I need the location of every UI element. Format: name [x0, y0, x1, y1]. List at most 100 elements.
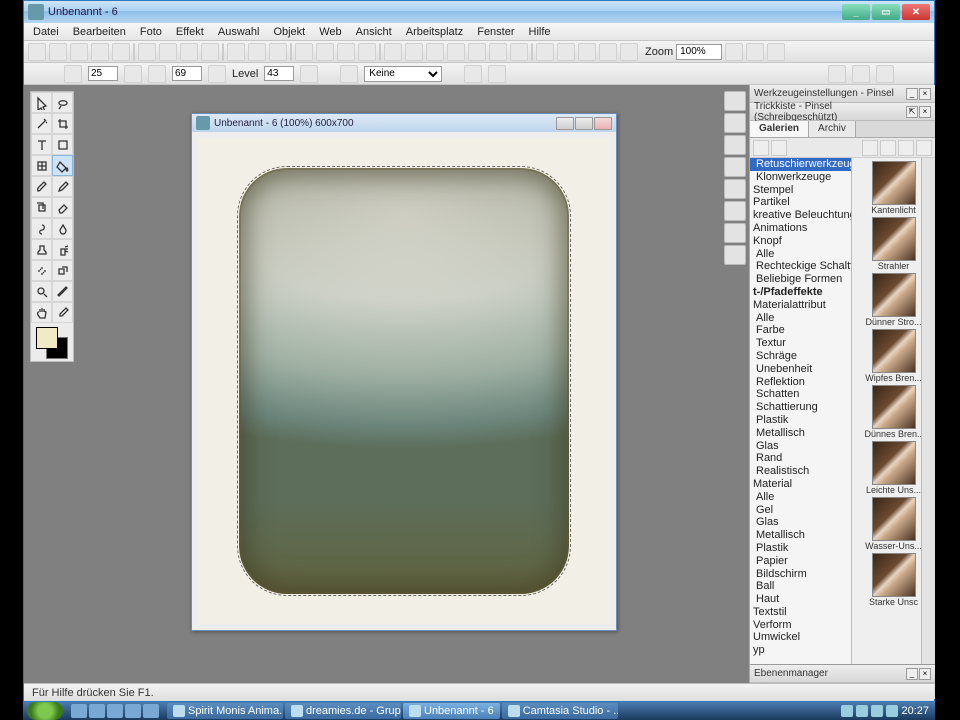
tree-item[interactable]: Metallisch: [750, 427, 851, 440]
tool-lasso[interactable]: [52, 92, 73, 113]
tree-item[interactable]: Realistisch: [750, 465, 851, 478]
stepper2-icon[interactable]: [208, 65, 226, 83]
ql-icon-4[interactable]: [125, 704, 141, 718]
opt-r2-icon[interactable]: [852, 65, 870, 83]
preset-thumb[interactable]: Starke Unsc: [865, 553, 923, 607]
ql-icon-2[interactable]: [89, 704, 105, 718]
tray-icon-1[interactable]: [841, 705, 853, 717]
tool-pencil[interactable]: [52, 176, 73, 197]
toolbar-btn-9[interactable]: [227, 43, 245, 61]
menu-ansicht[interactable]: Ansicht: [349, 24, 399, 40]
preset-thumb[interactable]: Wipfes Bren...: [865, 329, 923, 383]
ql-icon-5[interactable]: [143, 704, 159, 718]
doc-minimize-button[interactable]: [556, 117, 574, 130]
tray-icon-2[interactable]: [856, 705, 868, 717]
preset-select[interactable]: Keine: [364, 66, 442, 82]
side-btn-2[interactable]: [724, 113, 746, 133]
tool-dodge[interactable]: [31, 260, 52, 281]
ptb-menu-icon[interactable]: [916, 140, 932, 156]
preset-thumb[interactable]: Kantenlicht: [865, 161, 923, 215]
side-btn-7[interactable]: [724, 223, 746, 243]
tree-item[interactable]: Haut: [750, 593, 851, 606]
tray-icon-3[interactable]: [871, 705, 883, 717]
task-button[interactable]: Spirit Monis Anima...: [167, 703, 283, 719]
level-input[interactable]: [264, 66, 294, 81]
tree-item[interactable]: Textur: [750, 337, 851, 350]
preset-thumb[interactable]: Wasser-Uns...: [865, 497, 923, 551]
tool-wand[interactable]: [31, 113, 52, 134]
toolbar-btn-17[interactable]: [405, 43, 423, 61]
ptb-search-icon[interactable]: [898, 140, 914, 156]
side-btn-8[interactable]: [724, 245, 746, 265]
opt-r1-icon[interactable]: [828, 65, 846, 83]
toolbar-btn-16[interactable]: [384, 43, 402, 61]
opt-r3-icon[interactable]: [876, 65, 894, 83]
preset-thumb[interactable]: Dünnes Bren...: [865, 385, 923, 439]
preset-thumb[interactable]: Dünner Stro...: [865, 273, 923, 327]
menu-hilfe[interactable]: Hilfe: [522, 24, 558, 40]
stepper3-icon[interactable]: [300, 65, 318, 83]
minimize-button[interactable]: _: [842, 4, 870, 20]
brush-preview-icon[interactable]: [340, 65, 358, 83]
task-button[interactable]: dreamies.de - Grup...: [285, 703, 401, 719]
task-button[interactable]: Unbenannt - 6: [403, 703, 500, 719]
menu-datei[interactable]: Datei: [26, 24, 66, 40]
tree-item[interactable]: Alle: [750, 312, 851, 325]
tree-item[interactable]: yp: [750, 644, 851, 657]
tree-item[interactable]: Unebenheit: [750, 363, 851, 376]
tab-archiv[interactable]: Archiv: [809, 121, 856, 137]
tree-item[interactable]: Glas: [750, 440, 851, 453]
layer-close-button[interactable]: ×: [919, 668, 931, 680]
tray-icon-4[interactable]: [886, 705, 898, 717]
toolbar-btn-4[interactable]: [112, 43, 130, 61]
toolbar-zoom-btn-0[interactable]: [725, 43, 743, 61]
toolbar-btn-26[interactable]: [599, 43, 617, 61]
tool-eyedrop[interactable]: [52, 302, 73, 323]
opt-a-icon[interactable]: [464, 65, 482, 83]
tree-item[interactable]: Gel: [750, 504, 851, 517]
toolbar-btn-14[interactable]: [337, 43, 355, 61]
menu-objekt[interactable]: Objekt: [266, 24, 312, 40]
toolbar-btn-27[interactable]: [620, 43, 638, 61]
document-titlebar[interactable]: Unbenannt - 6 (100%) 600x700: [192, 114, 616, 132]
toolbar-btn-15[interactable]: [358, 43, 376, 61]
panel-min-button[interactable]: _: [906, 88, 918, 100]
panel2-pin-button[interactable]: ⇱: [906, 106, 918, 118]
tool-zoom[interactable]: [31, 281, 52, 302]
tree-item[interactable]: Material: [750, 478, 851, 491]
tree-item[interactable]: Materialattribut: [750, 299, 851, 312]
side-btn-1[interactable]: [724, 91, 746, 111]
tree-item[interactable]: Verform: [750, 619, 851, 632]
tree-item[interactable]: Ball: [750, 580, 851, 593]
foreground-color[interactable]: [36, 327, 58, 349]
menu-effekt[interactable]: Effekt: [169, 24, 211, 40]
task-button[interactable]: Camtasia Studio - ...: [502, 703, 618, 719]
menu-fenster[interactable]: Fenster: [470, 24, 521, 40]
toolbar-btn-1[interactable]: [49, 43, 67, 61]
side-btn-6[interactable]: [724, 201, 746, 221]
side-btn-3[interactable]: [724, 135, 746, 155]
toolbar-btn-0[interactable]: [28, 43, 46, 61]
start-button[interactable]: [27, 702, 63, 720]
maximize-button[interactable]: ▭: [872, 4, 900, 20]
tree-item[interactable]: Metallisch: [750, 529, 851, 542]
menu-arbeitsplatz[interactable]: Arbeitsplatz: [399, 24, 470, 40]
tool-shape[interactable]: [52, 134, 73, 155]
tool-stamp[interactable]: [31, 239, 52, 260]
close-button[interactable]: ✕: [902, 4, 930, 20]
tree-item[interactable]: Bildschirm: [750, 568, 851, 581]
toolbar-btn-8[interactable]: [201, 43, 219, 61]
tool-text[interactable]: [31, 134, 52, 155]
toolbar-btn-21[interactable]: [489, 43, 507, 61]
toolbar-btn-12[interactable]: [295, 43, 313, 61]
preset-thumb[interactable]: Strahler: [865, 217, 923, 271]
category-tree[interactable]: RetuschierwerkzeugeKlonwerkzeugeStempelP…: [750, 158, 852, 664]
ptb-up-icon[interactable]: [771, 140, 787, 156]
side-btn-5[interactable]: [724, 179, 746, 199]
doc-maximize-button[interactable]: [575, 117, 593, 130]
tool-erase[interactable]: [52, 197, 73, 218]
menu-bearbeiten[interactable]: Bearbeiten: [66, 24, 133, 40]
ql-icon-3[interactable]: [107, 704, 123, 718]
tree-item[interactable]: Stempel: [750, 184, 851, 197]
toolbar-btn-25[interactable]: [578, 43, 596, 61]
